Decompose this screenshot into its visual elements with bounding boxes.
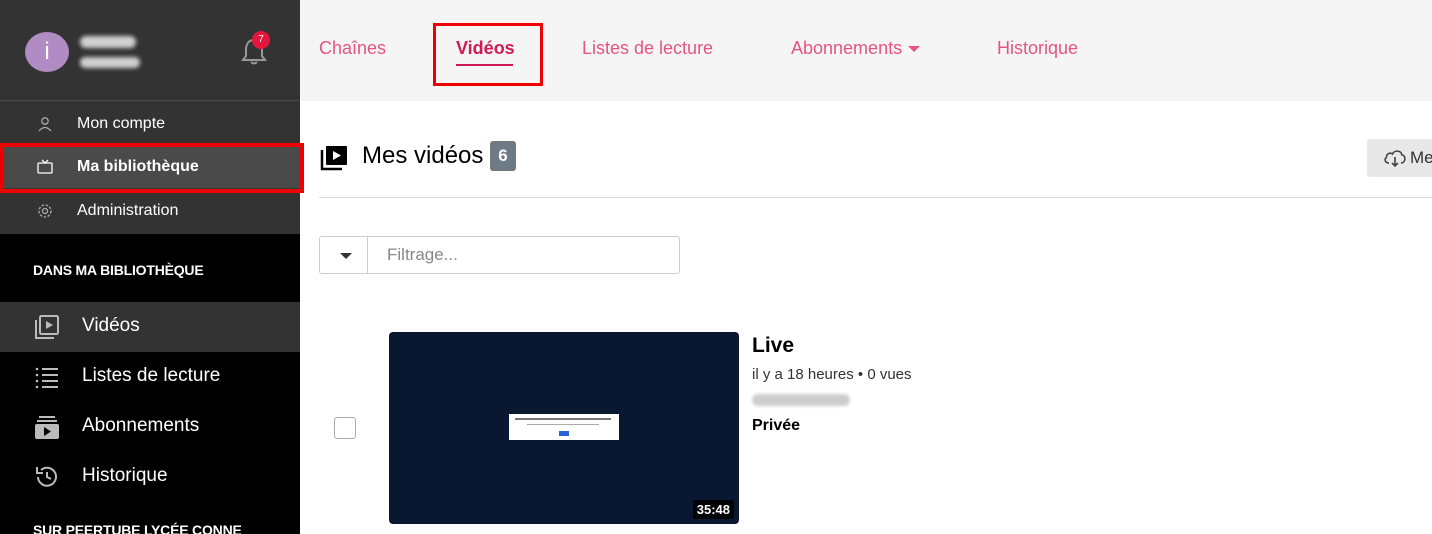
video-library-icon	[320, 146, 347, 171]
sidebar-item-label: Vidéos	[82, 315, 140, 336]
history-icon	[36, 466, 57, 487]
sidebar-account-panel: i 7 Mon compte Ma bibliothèque Administr…	[0, 0, 300, 234]
tab-label: Abonnements	[791, 38, 903, 58]
cloud-download-icon	[1384, 150, 1406, 167]
menu-item-administration[interactable]: Administration	[0, 190, 300, 232]
gear-icon	[38, 204, 52, 218]
highlight-box-videos-tab	[433, 23, 543, 86]
notification-count-badge: 7	[252, 31, 270, 49]
video-library-icon	[35, 315, 59, 339]
chevron-down-icon	[340, 253, 352, 259]
download-button-label: Me	[1410, 148, 1432, 167]
divider	[319, 197, 1432, 198]
chevron-down-icon	[908, 46, 921, 53]
tab-abonnements[interactable]: Abonnements	[791, 38, 921, 59]
tab-listes-de-lecture[interactable]: Listes de lecture	[582, 38, 713, 59]
thumbnail-dialog-graphic	[509, 414, 619, 440]
video-thumbnail[interactable]: 35:48	[389, 332, 739, 524]
sidebar-item-historique[interactable]: Historique	[0, 452, 300, 502]
video-title[interactable]: Live	[752, 334, 794, 358]
username-redacted	[80, 36, 136, 48]
menu-item-mon-compte[interactable]: Mon compte	[0, 103, 300, 145]
video-duration: 35:48	[692, 500, 734, 519]
filter-input[interactable]	[369, 237, 679, 273]
list-icon	[35, 367, 58, 389]
menu-item-label: Administration	[77, 202, 179, 219]
user-row: i 7	[0, 0, 300, 101]
video-channel-redacted[interactable]	[752, 394, 850, 406]
main-content: Mes vidéos 6 Me 35:48 Live il y a 18 heu…	[300, 101, 1432, 534]
sidebar-item-label: Listes de lecture	[82, 365, 221, 386]
user-icon	[38, 117, 52, 132]
tab-historique[interactable]: Historique	[997, 38, 1078, 59]
video-privacy: Privée	[752, 417, 801, 434]
video-count-badge: 6	[490, 141, 516, 171]
avatar[interactable]: i	[25, 32, 69, 72]
filter-dropdown-button[interactable]	[320, 237, 368, 273]
sidebar-item-label: Abonnements	[82, 415, 200, 436]
sidebar-item-videos[interactable]: Vidéos	[0, 302, 300, 352]
sidebar-item-abonnements[interactable]: Abonnements	[0, 402, 300, 452]
menu-item-label: Mon compte	[77, 115, 166, 132]
section-title-library: DANS MA BIBLIOTHÈQUE	[33, 262, 204, 278]
section-title-instance: SUR PEERTUBE LYCÉE CONNE	[33, 522, 242, 534]
subscriptions-icon	[35, 416, 59, 439]
user-handle-redacted	[80, 57, 140, 68]
video-select-checkbox[interactable]	[334, 417, 356, 439]
highlight-box-library	[0, 143, 304, 193]
sidebar-item-label: Historique	[82, 465, 168, 486]
sidebar: i 7 Mon compte Ma bibliothèque Administr…	[0, 0, 300, 534]
video-meta: il y a 18 heures • 0 vues	[752, 366, 912, 383]
filter-group	[319, 236, 680, 274]
tab-chaines[interactable]: Chaînes	[319, 38, 386, 59]
download-button[interactable]: Me	[1367, 139, 1432, 177]
page-title: Mes vidéos	[362, 142, 484, 169]
sidebar-item-listes-de-lecture[interactable]: Listes de lecture	[0, 352, 300, 402]
